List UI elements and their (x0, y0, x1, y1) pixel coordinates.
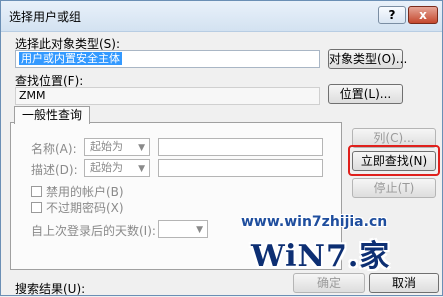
ok-button[interactable]: 确定 (293, 273, 365, 293)
disabled-accounts-checkbox[interactable] (31, 186, 42, 197)
help-button[interactable]: ? (378, 6, 406, 24)
description-input[interactable] (158, 159, 323, 177)
days-since-login-label: 自上次登录后的天数(I): (31, 224, 156, 238)
non-expiring-password-label: 不过期密码(X) (46, 201, 124, 215)
title-bar[interactable]: 选择用户或组 ? x (1, 1, 442, 32)
non-expiring-password-checkbox[interactable] (31, 202, 42, 213)
name-mode-select[interactable]: 起始为 ▼ (84, 138, 150, 156)
window-title: 选择用户或组 (9, 10, 82, 24)
select-users-dialog: 选择用户或组 ? x 选择此对象类型(S): 用户或内置安全主体 对象类型(O)… (0, 0, 443, 296)
locations-button[interactable]: 位置(L)... (328, 84, 403, 104)
chevron-down-icon: ▼ (138, 164, 145, 174)
tab-common-queries[interactable]: 一般性查询 (14, 106, 90, 124)
close-button[interactable]: x (408, 6, 438, 24)
find-now-highlight (348, 145, 440, 176)
chevron-down-icon: ▼ (138, 143, 145, 153)
description-label: 描述(D): (31, 163, 78, 177)
object-type-value: 用户或内置安全主体 (19, 52, 122, 65)
chevron-down-icon: ▼ (196, 225, 203, 235)
days-since-login-select[interactable]: ▼ (158, 220, 208, 238)
disabled-accounts-label: 禁用的帐户(B) (46, 185, 124, 199)
location-value: ZMM (19, 89, 46, 102)
object-types-button[interactable]: 对象类型(O)... (328, 49, 407, 69)
object-type-field[interactable]: 用户或内置安全主体 (15, 50, 320, 68)
search-results-label: 搜索结果(U): (15, 282, 86, 296)
name-mode-value: 起始为 (90, 140, 123, 153)
watermark-url: www.win7zhijia.cn (241, 214, 388, 230)
cancel-button[interactable]: 取消 (369, 273, 439, 293)
description-mode-value: 起始为 (90, 161, 123, 174)
name-label: 名称(A): (31, 142, 77, 156)
location-field: ZMM (15, 87, 320, 105)
watermark-logo: WiN7.家 (251, 239, 391, 274)
stop-button[interactable]: 停止(T) (352, 178, 436, 198)
description-mode-select[interactable]: 起始为 ▼ (84, 159, 150, 177)
name-input[interactable] (158, 138, 323, 156)
